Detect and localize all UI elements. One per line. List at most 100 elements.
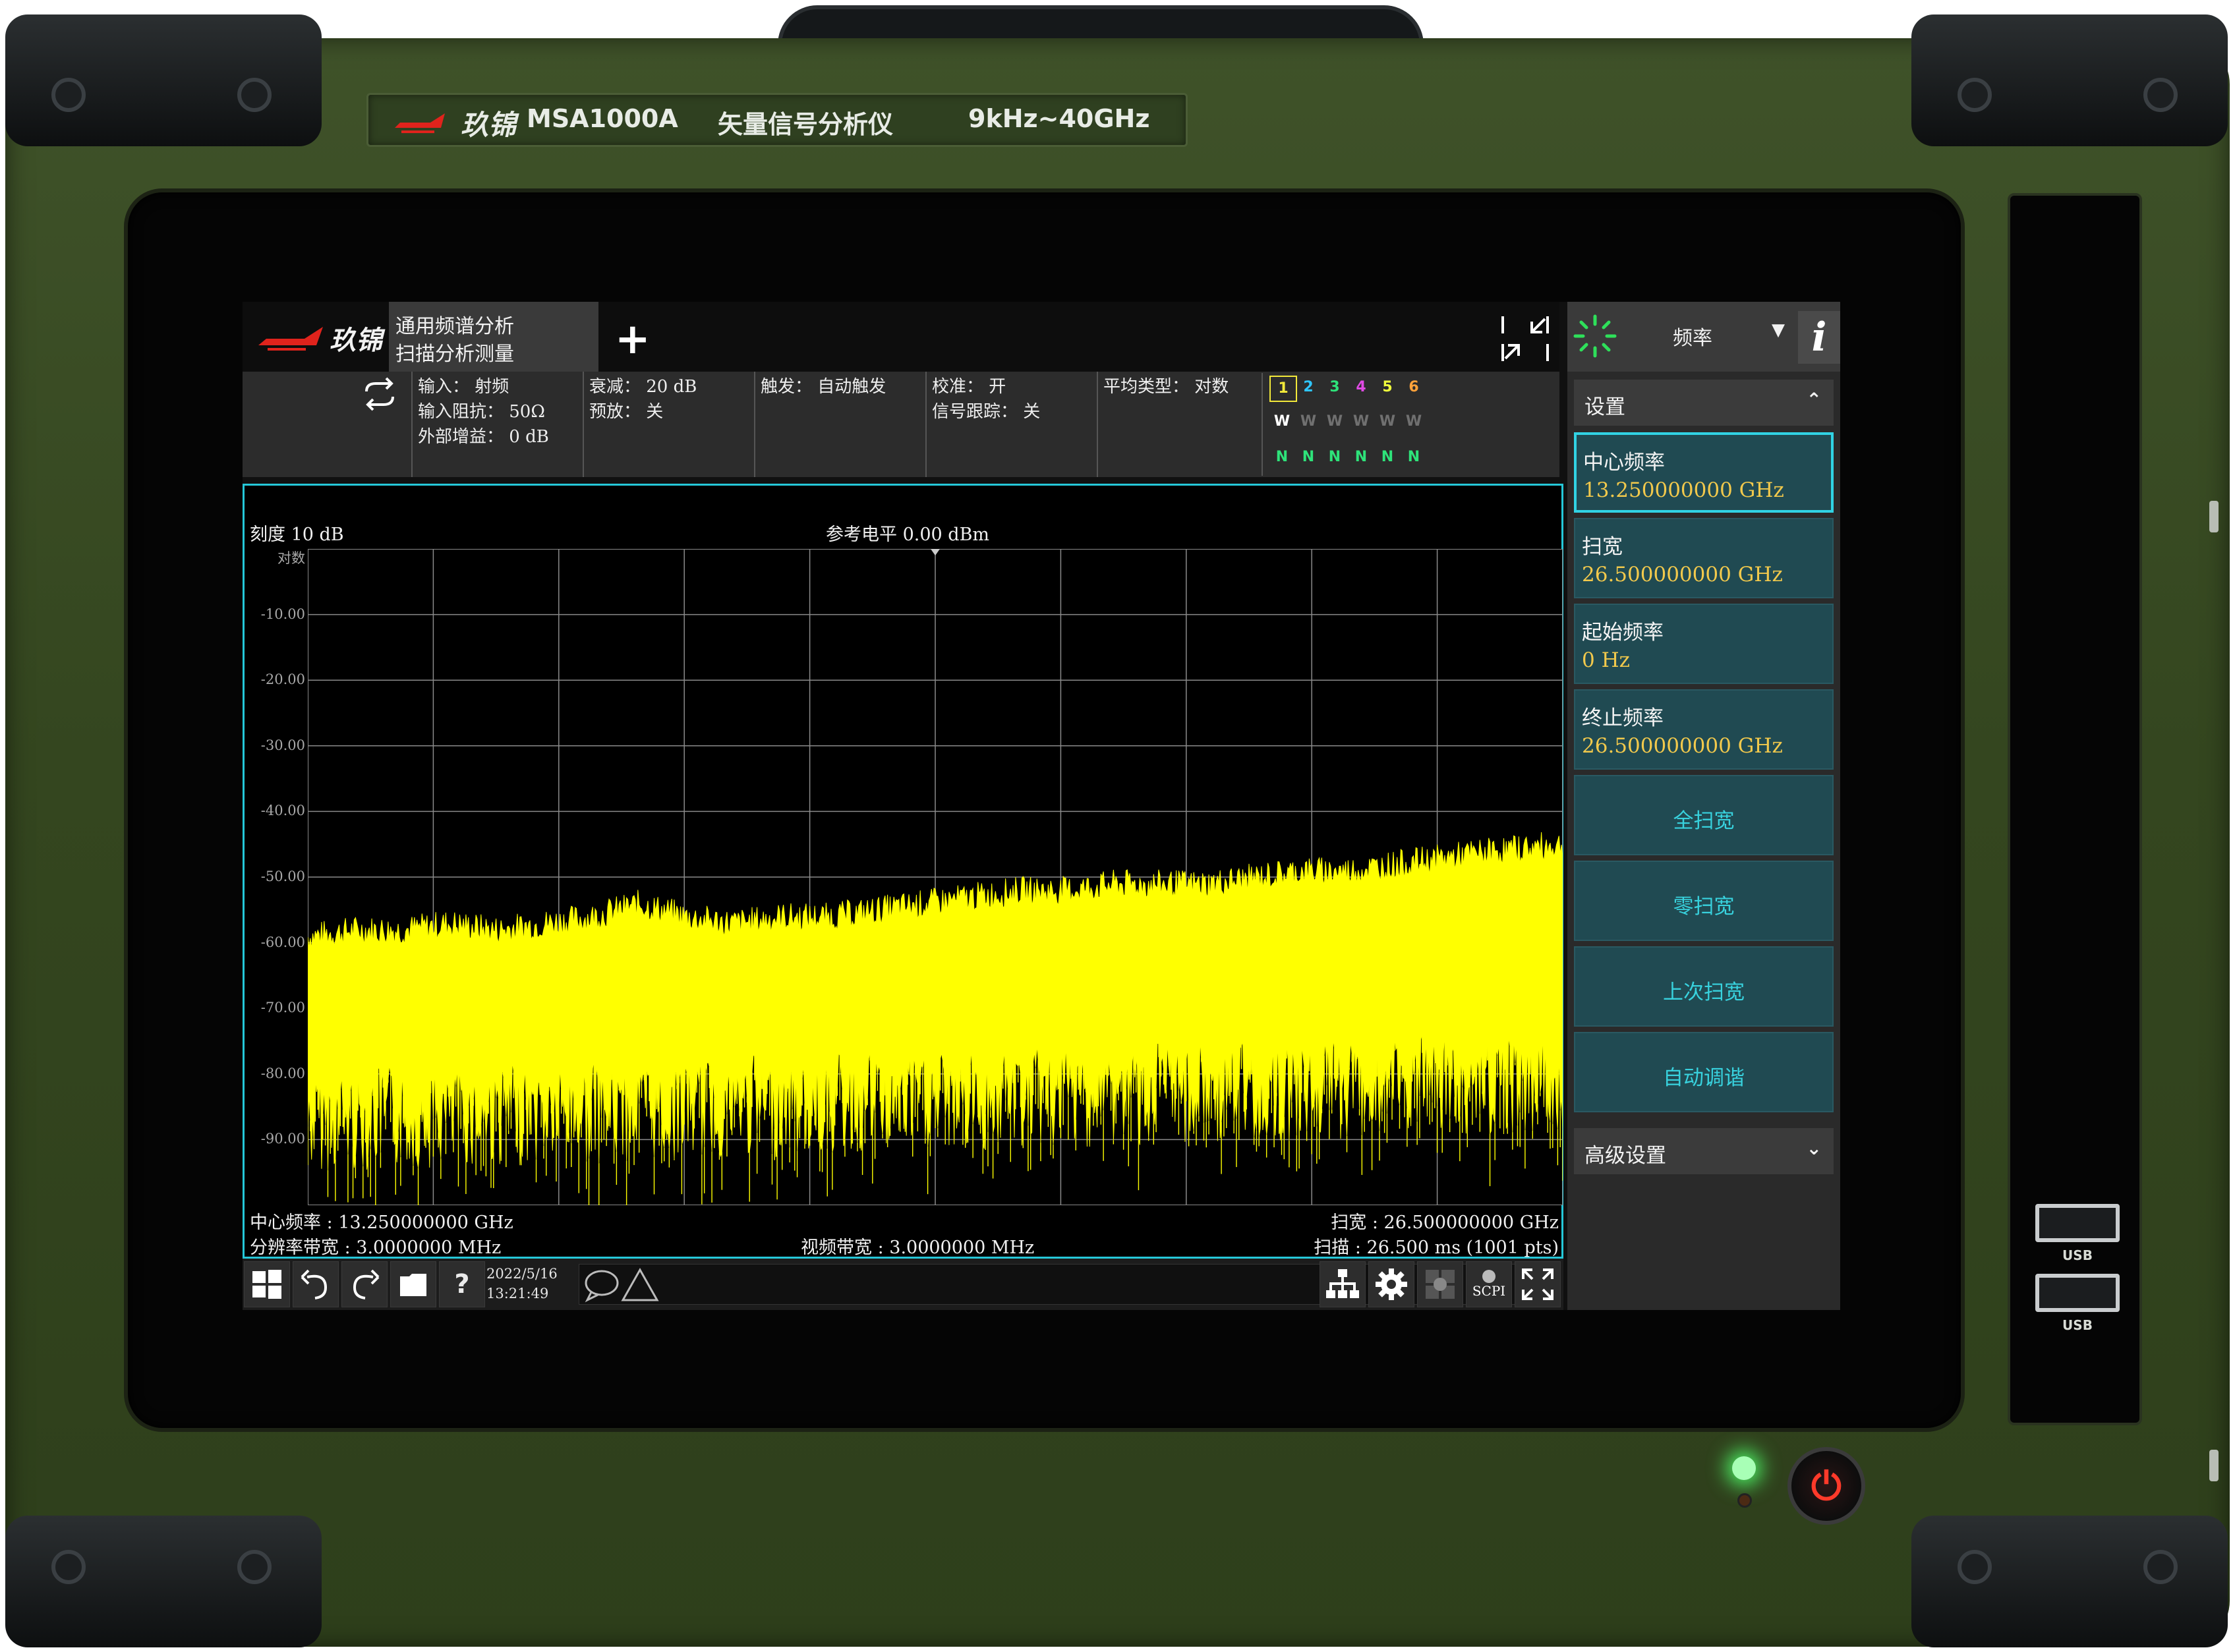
trace-number[interactable]: 4 [1349, 376, 1374, 399]
attenuation: 衰减： 20 dB [589, 377, 697, 397]
menu-dropdown-icon[interactable]: ▼ [1772, 320, 1785, 340]
screw [237, 78, 272, 112]
last-span-label: 上次扫宽 [1663, 981, 1745, 1004]
preamp: 预放： 关 [589, 402, 664, 422]
y-tick-label: -60.00 [260, 934, 305, 950]
trace-mode: W [1352, 413, 1370, 430]
trace-detector: N [1354, 449, 1368, 465]
calibration-settings[interactable]: 校准： 开 信号跟踪： 关 [925, 372, 1097, 477]
screw [237, 1550, 272, 1584]
input-settings[interactable]: 输入： 射频 输入阻抗： 50Ω 外部增益： 0 dB [411, 372, 583, 477]
advanced-section-header[interactable]: 高级设置 ⌄ [1574, 1128, 1834, 1174]
power-led [1732, 1456, 1756, 1480]
settings-button[interactable] [1368, 1261, 1414, 1307]
trace-number[interactable]: 5 [1375, 376, 1400, 399]
y-tick-label: -30.00 [260, 737, 305, 753]
trace-number[interactable]: 1 [1269, 376, 1297, 402]
trace-mode: W [1379, 413, 1396, 430]
fullscreen-icon [1522, 1268, 1553, 1300]
zero-span-label: 零扫宽 [1673, 895, 1735, 919]
trace-number[interactable]: 2 [1296, 376, 1321, 399]
trace-mode: W [1300, 413, 1317, 430]
info-icon: i [1811, 314, 1827, 360]
gear-icon [1376, 1268, 1407, 1300]
softkey-stop-frequency[interactable]: 终止频率 26.500000000 GHz [1574, 689, 1834, 770]
softkey-center-frequency[interactable]: 中心频率 13.250000000 GHz [1574, 432, 1834, 513]
tab-measurement[interactable]: 通用频谱分析 扫描分析测量 [389, 302, 598, 372]
trigger-settings[interactable]: 触发： 自动触发 [754, 372, 925, 477]
bug-icon [1426, 1270, 1455, 1299]
full-span-button[interactable]: 全扫宽 [1574, 775, 1834, 855]
softkey-span[interactable]: 扫宽 26.500000000 GHz [1574, 518, 1834, 598]
brand-logo-icon [395, 113, 445, 133]
screw [51, 78, 86, 112]
softkey-value: 13.250000000 GHz [1583, 478, 1784, 502]
scpi-label: SCPI [1472, 1283, 1506, 1299]
y-tick-label: -10.00 [260, 606, 305, 622]
add-tab-button[interactable]: + [615, 315, 651, 364]
refresh-icon[interactable] [361, 376, 398, 413]
attenuation-settings[interactable]: 衰减： 20 dB 预放： 关 [583, 372, 754, 477]
scpi-button[interactable]: SCPI [1466, 1261, 1512, 1307]
nameplate-frequency-range: 9kHz~40GHz [968, 104, 1150, 133]
side-button[interactable] [2209, 501, 2219, 532]
usb-port[interactable] [2035, 1204, 2120, 1242]
settings-section-header[interactable]: 设置 ⌃ [1574, 380, 1834, 426]
softkey-label: 终止频率 [1582, 706, 1664, 730]
trace-mode: W [1405, 413, 1422, 430]
trace-number[interactable]: 3 [1322, 376, 1347, 399]
chevron-down-icon: ⌄ [1806, 1137, 1822, 1159]
calibration: 校准： 开 [932, 377, 1006, 397]
trigger: 触发： 自动触发 [761, 377, 886, 397]
trace-mode: W [1273, 413, 1291, 430]
y-tick-label: -90.00 [260, 1131, 305, 1147]
network-button[interactable] [1320, 1261, 1366, 1307]
status-bar: 输入： 射频 输入阻抗： 50Ω 外部增益： 0 dB 衰减： 20 dB 预放… [243, 372, 1559, 477]
power-button[interactable]: ⏻ [1787, 1447, 1865, 1525]
settings-label: 设置 [1584, 395, 1625, 419]
info-button[interactable]: i [1798, 311, 1840, 364]
softkey-value: 0 Hz [1582, 648, 1630, 672]
usb-port[interactable] [2035, 1274, 2120, 1312]
plot-area[interactable] [308, 549, 1563, 1205]
span-readout: 扫宽 : 26.500000000 GHz [1331, 1212, 1559, 1233]
app-header: 玖锦 通用频谱分析 扫描分析测量 + [243, 302, 1559, 372]
nameplate-brand: 玖锦 [461, 109, 517, 141]
side-io-slot: USB USB [2008, 193, 2142, 1425]
center-freq-readout: 中心频率 : 13.250000000 GHz [250, 1212, 513, 1233]
trace-detector: N [1328, 449, 1341, 465]
rbw-readout: 分辨率带宽 : 3.0000000 MHz [250, 1238, 502, 1258]
sweep-readout: 扫描 : 26.500 ms (1001 pts) [1314, 1238, 1559, 1258]
scpi-status-icon [1482, 1270, 1495, 1283]
full-span-label: 全扫宽 [1673, 809, 1735, 833]
advanced-settings-label: 高级设置 [1584, 1144, 1666, 1168]
panel-header: 频率 ▼ i [1567, 302, 1840, 372]
spectrum-graph[interactable]: 刻度 10 dB 参考电平 0.00 dBm 对数 -10.00 -20.00 -3… [243, 484, 1563, 1259]
vbw-readout: 视频带宽 : 3.0000000 MHz [801, 1238, 1035, 1258]
trace-detector: N [1407, 449, 1420, 465]
softkey-start-frequency[interactable]: 起始频率 0 Hz [1574, 604, 1834, 684]
scale-label: 刻度 10 dB [250, 525, 344, 545]
debug-button[interactable] [1417, 1261, 1463, 1307]
average-settings[interactable]: 平均类型： 对数 [1097, 372, 1262, 477]
corner-bumper [1911, 14, 2228, 146]
network-icon [1326, 1269, 1359, 1298]
input-impedance: 输入阻抗： 50Ω [418, 402, 545, 422]
side-button[interactable] [2209, 1450, 2219, 1481]
trace-detector: N [1275, 449, 1289, 465]
trace-number[interactable]: 6 [1401, 376, 1426, 399]
fullscreen-button[interactable] [1515, 1261, 1561, 1307]
nameplate-model: MSA1000A [527, 104, 678, 133]
auto-tune-button[interactable]: 自动调谐 [1574, 1032, 1834, 1112]
last-span-button[interactable]: 上次扫宽 [1574, 946, 1834, 1027]
restore-icon[interactable] [1500, 314, 1550, 364]
screw [2143, 78, 2178, 112]
menu-title[interactable]: 频率 [1673, 322, 1712, 351]
softkey-value: 26.500000000 GHz [1582, 563, 1783, 586]
corner-bumper [1911, 1516, 2228, 1647]
usb-label: USB [2062, 1247, 2093, 1263]
chevron-up-icon: ⌃ [1806, 389, 1822, 411]
softkey-panel: 频率 ▼ i 设置 ⌃ 中心频率 13.250000000 GHz 扫宽 26.… [1567, 302, 1840, 1310]
zero-span-button[interactable]: 零扫宽 [1574, 861, 1834, 941]
trace-indicator[interactable]: 1WN2WN3WN4WN5WN6WN [1262, 373, 1561, 476]
